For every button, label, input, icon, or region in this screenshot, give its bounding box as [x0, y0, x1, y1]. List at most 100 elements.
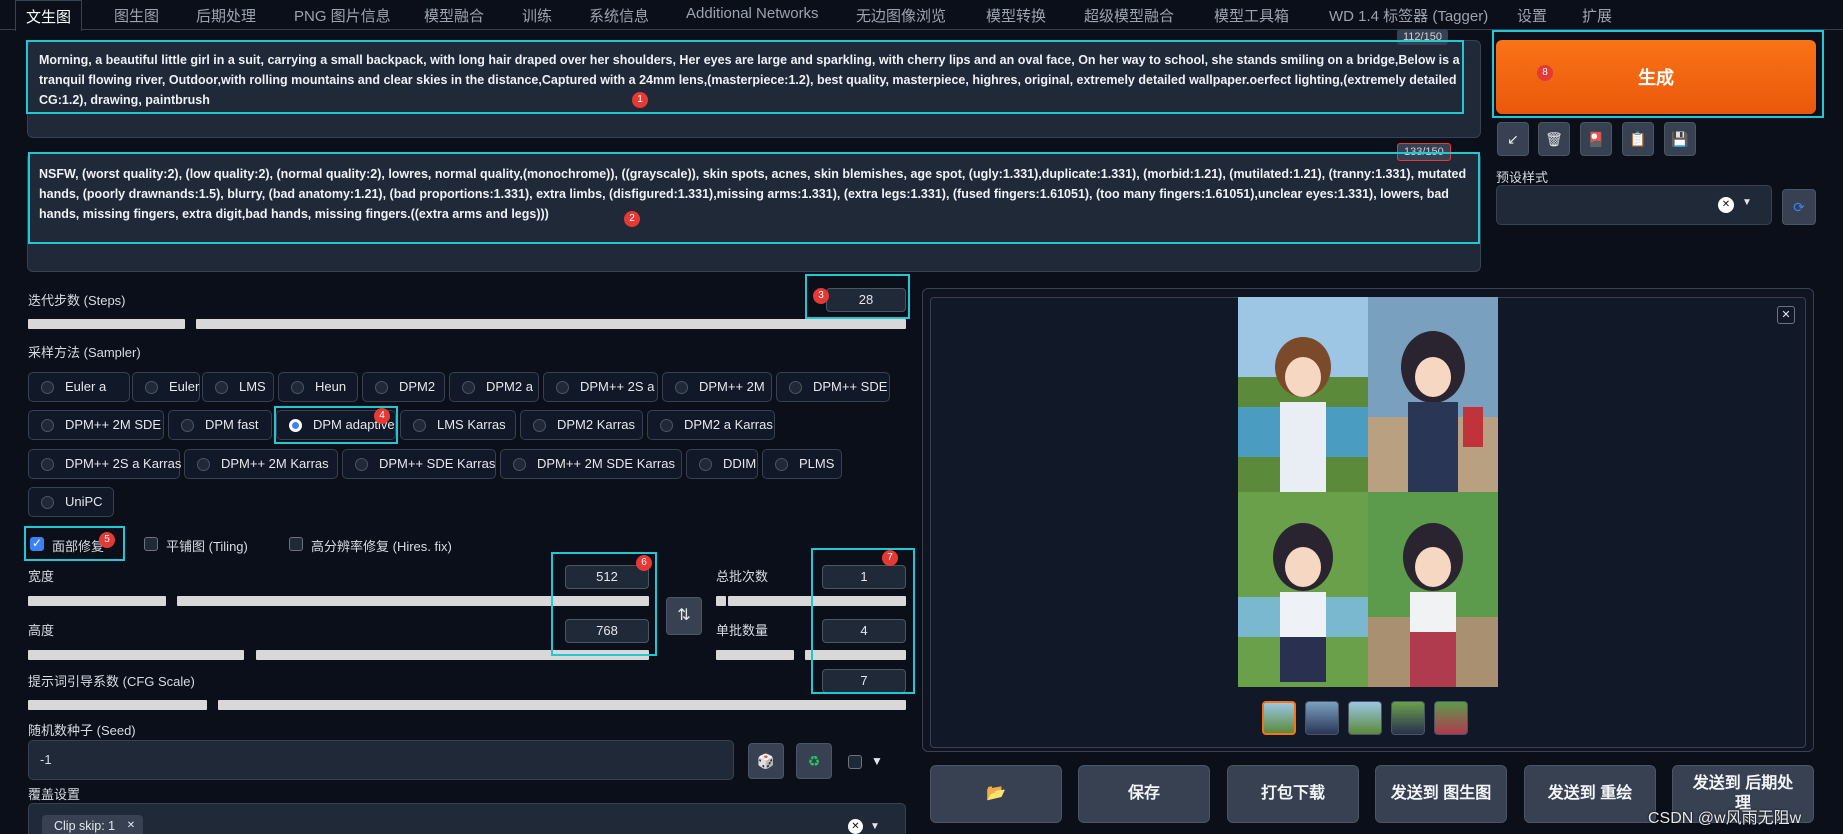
sampler-option-dpm-2s-a[interactable]: DPM++ 2S a — [543, 372, 658, 402]
tiling-checkbox[interactable] — [144, 537, 158, 551]
tab-model-converter[interactable]: 模型转换 — [986, 5, 1046, 26]
triangle-down-icon[interactable]: ▼ — [871, 754, 883, 768]
tab-system-info[interactable]: 系统信息 — [589, 5, 649, 26]
radio-dot — [181, 419, 194, 432]
close-icon[interactable]: ✕ — [127, 815, 135, 834]
tab-extras[interactable]: 后期处理 — [196, 5, 256, 26]
save-button[interactable]: 保存 — [1078, 765, 1210, 823]
height-slider-track[interactable] — [28, 650, 244, 660]
sampler-option-dpm2-karras[interactable]: DPM2 Karras — [520, 410, 643, 440]
steps-slider-track[interactable] — [28, 319, 185, 329]
clear-icon[interactable]: ✕ — [1718, 197, 1734, 213]
sampler-option-dpm2-a-karras[interactable]: DPM2 a Karras — [647, 410, 775, 440]
zip-download-button[interactable]: 打包下载 — [1227, 765, 1359, 823]
cfg-input[interactable]: 7 — [822, 669, 906, 693]
thumbnail-1[interactable] — [1262, 701, 1296, 735]
face-restore-checkbox[interactable] — [30, 536, 44, 551]
height-label: 高度 — [28, 623, 55, 638]
batch-count-input[interactable]: 1 — [822, 565, 906, 589]
thumbnail-2[interactable] — [1305, 701, 1339, 735]
tab-additional-networks[interactable]: Additional Networks — [686, 5, 819, 22]
tab-settings[interactable]: 设置 — [1517, 5, 1547, 26]
width-slider-track[interactable] — [177, 596, 649, 606]
sampler-option-dpm-sde[interactable]: DPM++ SDE — [776, 372, 890, 402]
cfg-label: 提示词引导系数 (CFG Scale) — [28, 674, 195, 689]
steps-label: 迭代步数 (Steps) — [28, 293, 126, 308]
sampler-option-plms[interactable]: PLMS — [762, 449, 842, 479]
steps-input[interactable]: 28 — [826, 288, 906, 312]
sampler-option-dpm-sde-karras[interactable]: DPM++ SDE Karras — [342, 449, 496, 479]
thumbnail-3[interactable] — [1348, 701, 1382, 735]
cfg-slider-track[interactable] — [218, 700, 906, 710]
width-input[interactable]: 512 — [565, 565, 649, 589]
open-folder-button[interactable]: 📂 — [930, 765, 1062, 823]
face-restore-label: 面部修复 — [52, 539, 105, 554]
sampler-option-ddim[interactable]: DDIM — [686, 449, 758, 479]
radio-dot — [145, 381, 158, 394]
tab-tagger[interactable]: WD 1.4 标签器 (Tagger) — [1329, 5, 1488, 26]
tab-super-merger[interactable]: 超级模型融合 — [1084, 5, 1174, 26]
width-slider-track[interactable] — [28, 596, 166, 606]
sampler-option-dpm2-a[interactable]: DPM2 a — [449, 372, 539, 402]
close-preview-icon[interactable]: ✕ — [1777, 306, 1795, 324]
thumbnail-4[interactable] — [1391, 701, 1425, 735]
tab-model-toolkit[interactable]: 模型工具箱 — [1214, 5, 1289, 26]
override-settings-dropdown[interactable] — [28, 803, 906, 834]
send-to-img2img-button[interactable]: 发送到 图生图 — [1375, 765, 1507, 823]
swap-dimensions-button[interactable]: ⇅ — [666, 597, 702, 635]
random-seed-button[interactable]: 🎲 — [748, 743, 784, 779]
height-slider-track[interactable] — [256, 650, 649, 660]
batch-count-slider-track[interactable] — [728, 596, 906, 606]
generated-image-grid[interactable] — [1238, 297, 1498, 687]
batch-size-input[interactable]: 4 — [822, 619, 906, 643]
height-input[interactable]: 768 — [565, 619, 649, 643]
thumbnail-5[interactable] — [1434, 701, 1468, 735]
tab-infinite-browser[interactable]: 无边图像浏览 — [856, 5, 946, 26]
tab-train[interactable]: 训练 — [522, 5, 552, 26]
tab-img2img[interactable]: 图生图 — [114, 5, 159, 26]
batch-size-slider-track[interactable] — [805, 650, 906, 660]
tab-extensions[interactable]: 扩展 — [1582, 5, 1612, 26]
sampler-option-unipc[interactable]: UniPC — [28, 487, 114, 517]
read-params-button[interactable]: ↙ — [1497, 122, 1529, 156]
sampler-option-euler[interactable]: Euler — [132, 372, 200, 402]
sampler-option-label: DPM++ SDE Karras — [379, 456, 496, 471]
batch-count-slider-track[interactable] — [716, 596, 726, 606]
send-to-inpaint-button[interactable]: 发送到 重绘 — [1524, 765, 1656, 823]
sampler-option-dpm-2s-a-karras[interactable]: DPM++ 2S a Karras — [28, 449, 181, 479]
sampler-option-dpm-2m[interactable]: DPM++ 2M — [662, 372, 772, 402]
sampler-option-lms[interactable]: LMS — [202, 372, 274, 402]
sampler-option-dpm-2m-karras[interactable]: DPM++ 2M Karras — [184, 449, 338, 479]
override-chip[interactable]: Clip skip: 1 ✕ — [42, 815, 144, 834]
sampler-option-label: DPM2 a Karras — [684, 417, 773, 432]
sampler-option-heun[interactable]: Heun — [278, 372, 358, 402]
tab-png-info[interactable]: PNG 图片信息 — [294, 5, 391, 26]
sampler-option-euler-a[interactable]: Euler a — [28, 372, 130, 402]
sampler-option-dpm-fast[interactable]: DPM fast — [168, 410, 272, 440]
apply-style-button[interactable]: 📋 — [1622, 122, 1654, 156]
radio-dot — [289, 419, 302, 432]
refresh-styles-button[interactable]: ⟳ — [1782, 189, 1816, 225]
reuse-seed-button[interactable]: ♻ — [796, 743, 832, 779]
clear-prompt-button[interactable]: 🗑 — [1538, 122, 1570, 156]
save-style-button[interactable]: 💾 — [1664, 122, 1696, 156]
hires-fix-checkbox[interactable] — [289, 537, 303, 551]
hires-fix-label: 高分辨率修复 (Hires. fix) — [311, 539, 452, 554]
extra-networks-button[interactable]: 🎴 — [1580, 122, 1612, 156]
tab-txt2img[interactable]: 文生图 — [15, 0, 83, 31]
sampler-option-dpm-2m-sde[interactable]: DPM++ 2M SDE — [28, 410, 164, 440]
seed-input[interactable] — [28, 740, 734, 780]
extra-seed-checkbox[interactable] — [848, 755, 862, 769]
sampler-option-dpm2[interactable]: DPM2 — [362, 372, 445, 402]
batch-size-label: 单批数量 — [716, 623, 769, 638]
sampler-option-label: DPM++ 2S a — [580, 379, 655, 394]
marker-badge: 1 — [632, 92, 648, 108]
clear-icon[interactable]: ✕ — [848, 819, 863, 834]
batch-size-slider-track[interactable] — [716, 650, 794, 660]
sampler-option-label: DDIM — [723, 456, 757, 471]
tab-checkpoint-merger[interactable]: 模型融合 — [424, 5, 484, 26]
sampler-option-lms-karras[interactable]: LMS Karras — [400, 410, 516, 440]
sampler-option-dpm-2m-sde-karras[interactable]: DPM++ 2M SDE Karras — [500, 449, 682, 479]
cfg-slider-track[interactable] — [28, 700, 207, 710]
steps-slider-track[interactable] — [196, 319, 906, 329]
